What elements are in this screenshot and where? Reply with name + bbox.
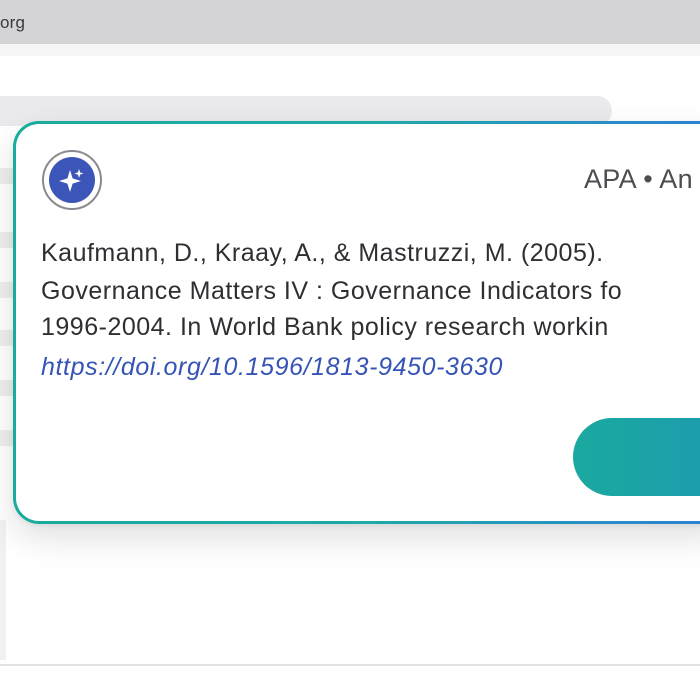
citation-popup: APA • An Kaufmann, D., Kraay, A., & Mast… bbox=[13, 121, 700, 524]
citation-line: Governance Matters IV : Governance Indic… bbox=[41, 277, 623, 305]
extension-logo[interactable] bbox=[42, 150, 102, 210]
background-text-line bbox=[0, 430, 14, 446]
citation-line: Kaufmann, D., Kraay, A., & Mastruzzi, M.… bbox=[41, 239, 604, 267]
background-text-line bbox=[0, 330, 14, 346]
page-footer-area bbox=[0, 666, 700, 700]
doi-link[interactable]: https://doi.org/10.1596/1813-9450-3630 bbox=[41, 348, 700, 386]
address-url-text: org bbox=[0, 13, 26, 32]
citation-line: 1996-2004. In World Bank policy research… bbox=[41, 313, 609, 341]
browser-window: org APA • An Kaufmann, D., Kraay, A., & … bbox=[0, 0, 700, 700]
background-text-line bbox=[0, 232, 14, 248]
background-panel-edge bbox=[0, 520, 6, 660]
citation-text: Kaufmann, D., Kraay, A., & Mastruzzi, M.… bbox=[41, 234, 700, 386]
copy-button[interactable]: Co bbox=[573, 418, 700, 496]
background-text-line bbox=[0, 380, 14, 396]
citation-style-selector[interactable]: APA • An bbox=[584, 164, 693, 195]
sparkle-icon bbox=[49, 157, 95, 203]
background-text-line bbox=[0, 168, 14, 184]
background-text-line bbox=[0, 282, 14, 298]
citation-popup-body: APA • An Kaufmann, D., Kraay, A., & Mast… bbox=[16, 124, 700, 521]
address-bar[interactable]: org bbox=[0, 0, 700, 45]
